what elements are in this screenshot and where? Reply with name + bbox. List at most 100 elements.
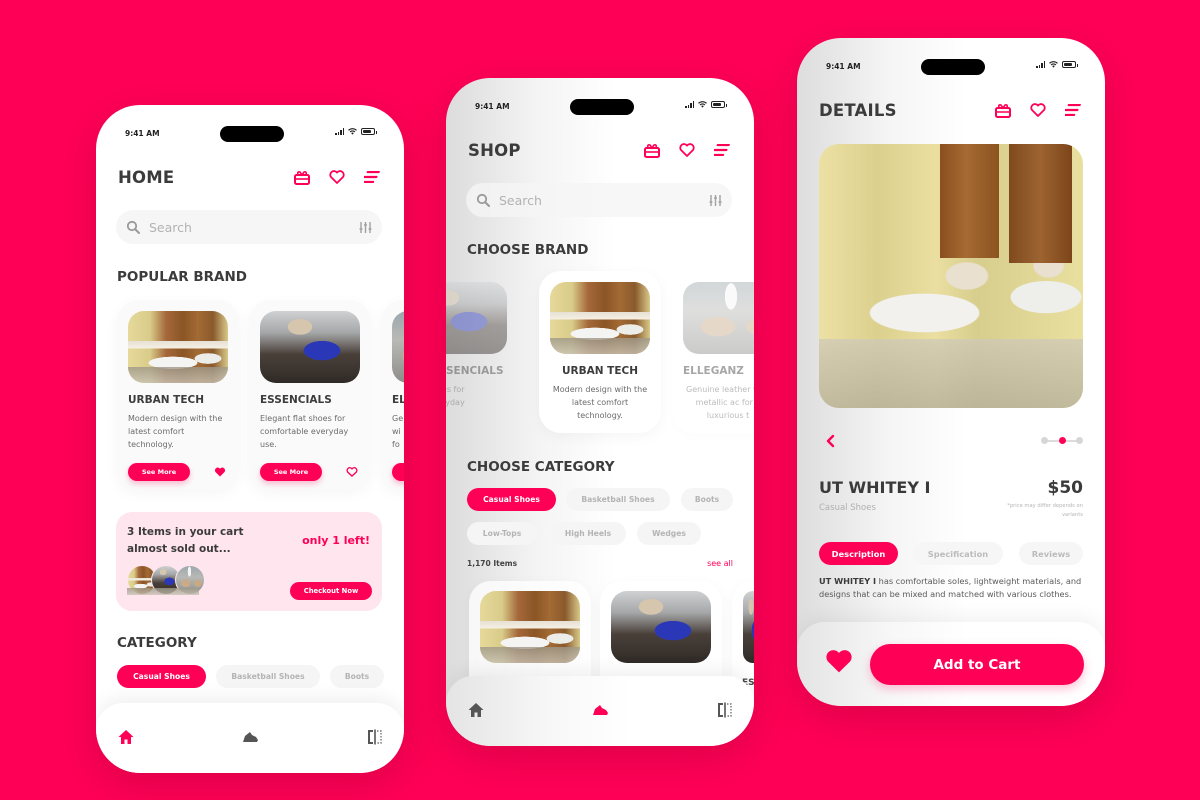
product-price: $50	[1047, 478, 1084, 498]
signal-icon	[1036, 61, 1045, 68]
signal-icon	[685, 101, 694, 108]
image-pager	[819, 434, 1083, 448]
menu-icon[interactable]	[1064, 102, 1081, 119]
menu-icon[interactable]	[713, 142, 730, 159]
details-screen: 9:41 AM DETAILS UT WHITEY I Casual Shoes…	[797, 38, 1105, 706]
brand-description: Ge wi fo	[392, 414, 404, 449]
status-time: 9:41 AM	[475, 102, 510, 111]
heart-icon[interactable]	[678, 142, 695, 159]
product-image	[743, 591, 754, 663]
heart-outline-icon[interactable]	[346, 466, 358, 478]
brand-name: EL	[392, 394, 404, 406]
heart-filled-icon[interactable]	[214, 466, 226, 478]
home-screen: 9:41 AM HOME POPULAR BRAND URBAN	[96, 105, 404, 773]
sneaker-icon[interactable]	[241, 728, 259, 746]
favorite-heart-icon[interactable]	[825, 648, 853, 674]
see-more-button[interactable]: See More	[128, 463, 190, 481]
search-input[interactable]	[499, 192, 709, 208]
description-lead: UT WHITEY I	[819, 576, 877, 586]
heart-icon[interactable]	[328, 169, 345, 186]
cart-banner: 3 Items in your cart almost sold out... …	[116, 512, 382, 611]
chip-basketball-shoes[interactable]: Basketball Shoes	[216, 665, 320, 688]
see-more-button[interactable]: See More	[260, 463, 322, 481]
brand-card-elleganz[interactable]: ELLEGANZ Genuine leather with metallic a…	[672, 271, 754, 433]
shop-screen: 9:41 AM SHOP CHOOSE BRAND SENCIAL	[446, 78, 754, 746]
search-bar[interactable]	[116, 210, 382, 244]
items-count: 1,170 Items	[467, 559, 518, 568]
wifi-icon	[698, 101, 707, 108]
tab-specification[interactable]: Specification	[913, 542, 1003, 565]
brand-card-partial[interactable]: EL Ge wi fo	[381, 300, 404, 490]
wifi-icon	[348, 128, 357, 135]
dynamic-island	[220, 126, 284, 142]
chip-basketball-shoes[interactable]: Basketball Shoes	[566, 488, 670, 511]
brand-card-essencials[interactable]: SENCIALS nt flat shoes for rtable everyd…	[446, 271, 518, 431]
add-to-cart-button[interactable]: Add to Cart	[870, 644, 1084, 685]
chip-wedges[interactable]: Wedges	[637, 522, 701, 545]
chip-boots[interactable]: Boots	[330, 665, 384, 688]
brand-description: Elegant flat shoes for comfortable every…	[260, 414, 349, 449]
status-time: 9:41 AM	[125, 129, 160, 138]
brand-description: Genuine leather with metallic ac for a l…	[686, 385, 754, 420]
sneaker-icon[interactable]	[591, 701, 609, 719]
cart-items-thumbnails	[127, 565, 205, 595]
search-icon	[476, 193, 490, 207]
home-icon[interactable]	[117, 728, 135, 746]
bottom-nav	[96, 703, 404, 773]
page-title: DETAILS	[819, 100, 897, 120]
carousel-dot[interactable]	[1058, 437, 1066, 444]
brand-card-essencials[interactable]: ESSENCIALS Elegant flat shoes for comfor…	[249, 300, 371, 490]
chip-high-heels[interactable]: High Heels	[550, 522, 626, 545]
brand-description: Modern design with the latest comfort te…	[552, 385, 648, 420]
chevron-left-icon[interactable]	[825, 434, 837, 448]
gift-icon[interactable]	[994, 102, 1011, 119]
search-bar[interactable]	[466, 183, 732, 217]
chip-casual-shoes[interactable]: Casual Shoes	[467, 488, 556, 511]
see-all-link[interactable]: see all	[707, 559, 733, 568]
buy-bar: Add to Cart	[797, 622, 1105, 706]
gift-icon[interactable]	[643, 142, 660, 159]
dynamic-island	[921, 59, 985, 75]
compare-icon[interactable]	[716, 701, 734, 719]
page-title: HOME	[118, 167, 175, 187]
tab-reviews[interactable]: Reviews	[1019, 542, 1083, 565]
filter-icon[interactable]	[709, 194, 722, 207]
chip-boots[interactable]: Boots	[681, 488, 733, 511]
choose-category-title: CHOOSE CATEGORY	[467, 459, 615, 475]
bottom-nav	[446, 676, 754, 746]
urgency-label: only 1 left!	[302, 534, 370, 547]
brand-image	[392, 311, 404, 383]
product-image	[611, 591, 711, 663]
status-time: 9:41 AM	[826, 62, 861, 71]
checkout-now-button[interactable]: Checkout Now	[290, 582, 372, 600]
chip-casual-shoes[interactable]: Casual Shoes	[117, 665, 206, 688]
brand-name: ESSENCIALS	[260, 394, 332, 406]
brand-card-urban-tech[interactable]: URBAN TECH Modern design with the latest…	[117, 300, 239, 490]
header: SHOP	[468, 138, 732, 162]
menu-icon[interactable]	[363, 169, 380, 186]
brand-name: URBAN TECH	[128, 394, 205, 406]
see-more-button[interactable]	[392, 463, 404, 481]
battery-icon	[711, 101, 727, 108]
gift-icon[interactable]	[293, 169, 310, 186]
brand-name: ELLEGANZ	[683, 365, 744, 377]
home-icon[interactable]	[467, 701, 485, 719]
brand-description: nt flat shoes for rtable everyday use.	[446, 385, 465, 407]
carousel-dot[interactable]	[1041, 437, 1048, 444]
brand-description: Modern design with the latest comfort te…	[128, 414, 223, 449]
carousel-dot[interactable]	[1076, 437, 1083, 444]
compare-icon[interactable]	[366, 728, 384, 746]
popular-brand-title: POPULAR BRAND	[117, 269, 248, 285]
tab-description[interactable]: Description	[819, 542, 898, 565]
heart-icon[interactable]	[1029, 102, 1046, 119]
filter-icon[interactable]	[359, 221, 372, 234]
header: DETAILS	[819, 98, 1083, 122]
brand-image	[550, 282, 650, 354]
chip-low-tops[interactable]: Low-Tops	[467, 522, 537, 545]
search-input[interactable]	[149, 219, 359, 235]
signal-icon	[335, 128, 344, 135]
brand-image	[446, 282, 507, 354]
product-category: Casual Shoes	[819, 503, 876, 513]
brand-image	[683, 282, 754, 354]
brand-card-urban-tech[interactable]: URBAN TECH Modern design with the latest…	[539, 271, 661, 433]
